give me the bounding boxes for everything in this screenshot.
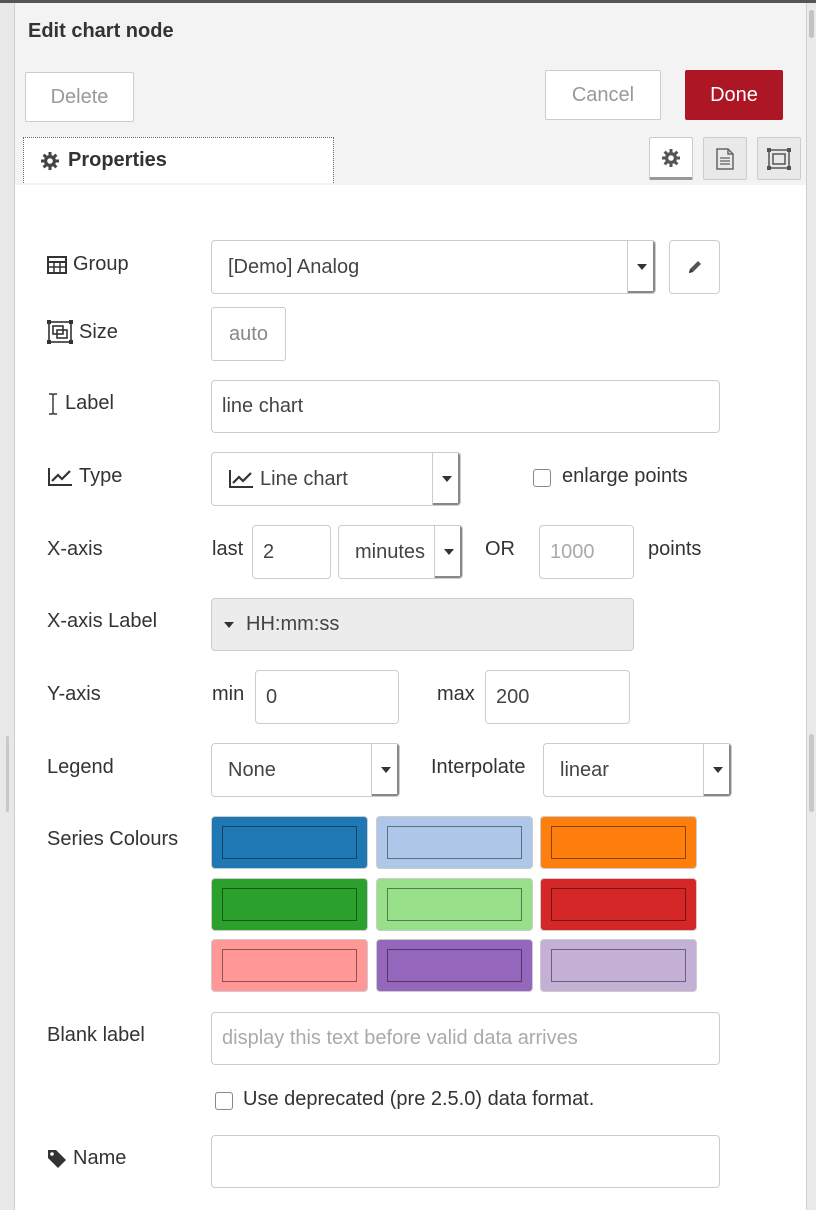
group-select[interactable]: [Demo] Analog (211, 240, 656, 294)
series-colour-swatch-2[interactable] (376, 816, 533, 869)
type-select-arrow[interactable] (432, 453, 460, 505)
legend-select[interactable]: None (211, 743, 400, 797)
caret-down-icon[interactable] (224, 621, 234, 628)
series-colour-swatch-8[interactable] (376, 939, 533, 992)
series-colour-swatch-4[interactable] (211, 878, 368, 931)
tab-appearance[interactable] (757, 137, 801, 180)
file-text-icon (716, 147, 734, 170)
scrollbar-top-thumb[interactable] (809, 10, 814, 38)
yaxis-min-label: min (212, 683, 245, 705)
series-colour-swatch-9[interactable] (540, 939, 697, 992)
series-colour-swatch-inner (551, 949, 686, 982)
window-top-border (0, 0, 816, 3)
size-row-label: Size (47, 320, 118, 344)
name-row-label: Name (47, 1147, 126, 1170)
deprecated-format-checkbox[interactable] (215, 1092, 233, 1110)
pencil-icon (688, 261, 701, 273)
series-colour-swatch-inner (222, 949, 357, 982)
interpolate-label: Interpolate (431, 756, 526, 778)
line-chart-icon (229, 470, 253, 488)
delete-button[interactable]: Delete (25, 72, 134, 122)
xaxis-label: X-axis (47, 538, 103, 560)
size-button[interactable]: auto (211, 307, 286, 361)
scrollbar-thumb[interactable] (809, 734, 814, 812)
series-colour-swatch-3[interactable] (540, 816, 697, 869)
series-colour-swatch-1[interactable] (211, 816, 368, 869)
interpolate-select-value: linear (560, 758, 609, 781)
line-chart-icon (48, 467, 72, 486)
series-colour-swatch-inner (387, 888, 522, 921)
interpolate-select-arrow[interactable] (703, 744, 731, 796)
group-select-value: [Demo] Analog (228, 255, 360, 278)
gear-icon (662, 148, 680, 167)
text-cursor-icon (49, 392, 57, 415)
tab-properties[interactable]: Properties (23, 137, 334, 183)
gear-icon (41, 151, 59, 170)
label-label: Label (65, 392, 114, 414)
series-colour-swatch-6[interactable] (540, 878, 697, 931)
series-colour-swatch-inner (222, 888, 357, 921)
scrollbar-track[interactable] (806, 3, 816, 1210)
xaxis-points-label: points (648, 538, 702, 560)
blank-label-input[interactable]: display this text before valid data arri… (211, 1012, 720, 1065)
blank-label-label: Blank label (47, 1024, 145, 1046)
type-row-label: Type (47, 465, 122, 488)
series-colour-swatch-5[interactable] (376, 878, 533, 931)
table-icon (47, 255, 67, 274)
legend-label: Legend (47, 756, 114, 778)
type-select[interactable]: Line chart (211, 452, 461, 506)
series-colours-label: Series Colours (47, 828, 179, 850)
tray-title: Edit chart node (28, 20, 174, 42)
series-colour-swatch-inner (387, 949, 522, 982)
type-label: Type (79, 465, 123, 487)
type-select-value: Line chart (260, 467, 348, 490)
xaxis-unit-select[interactable]: minutes (338, 525, 463, 579)
done-button[interactable]: Done (685, 70, 783, 120)
series-colour-swatch-7[interactable] (211, 939, 368, 992)
label-row-label: Label (47, 392, 114, 415)
deprecated-format-label: Use deprecated (pre 2.5.0) data format. (243, 1088, 595, 1110)
object-group-icon (767, 147, 791, 170)
yaxis-max-label: max (437, 683, 475, 705)
name-input[interactable] (211, 1135, 720, 1188)
size-label: Size (79, 320, 118, 343)
series-colour-swatch-inner (551, 888, 686, 921)
yaxis-label: Y-axis (47, 683, 101, 705)
yaxis-min-input[interactable]: 0 (255, 670, 399, 724)
group-label: Group (73, 253, 129, 275)
legend-select-arrow[interactable] (371, 744, 399, 796)
series-colour-swatch-inner (551, 826, 686, 859)
xaxis-unit-arrow[interactable] (434, 526, 462, 578)
xaxis-format-value: HH:mm:ss (246, 613, 340, 635)
enlarge-points-checkbox[interactable] (533, 469, 551, 487)
object-group-icon (47, 320, 73, 344)
group-select-arrow[interactable] (627, 241, 655, 293)
series-colour-swatch-inner (222, 826, 357, 859)
blank-label-placeholder: display this text before valid data arri… (222, 1027, 578, 1049)
tab-description[interactable] (703, 137, 747, 180)
interpolate-select[interactable]: linear (543, 743, 732, 797)
xaxis-duration-input[interactable]: 2 (252, 525, 331, 579)
xaxis-points-placeholder: 1000 (550, 540, 595, 563)
yaxis-max-input[interactable]: 200 (485, 670, 630, 724)
tag-icon (48, 1149, 66, 1168)
name-label: Name (73, 1147, 127, 1169)
xaxis-last-label: last (212, 538, 244, 560)
enlarge-points-label: enlarge points (562, 465, 688, 487)
xaxis-points-input[interactable]: 1000 (539, 525, 634, 579)
workspace-edge (0, 3, 15, 1210)
xaxis-or-label: OR (485, 538, 515, 560)
xaxis-format-typedinput[interactable]: HH:mm:ss (211, 598, 634, 651)
tab-properties-label: Properties (68, 149, 167, 171)
tab-node-settings[interactable] (649, 137, 693, 180)
resize-handle[interactable] (6, 736, 9, 812)
cancel-button[interactable]: Cancel (545, 70, 661, 120)
edit-group-button[interactable] (669, 240, 720, 294)
series-colour-swatch-inner (387, 826, 522, 859)
group-row-label: Group (47, 253, 129, 276)
legend-select-value: None (228, 758, 276, 781)
xaxis-unit-value: minutes (355, 540, 426, 563)
label-input[interactable]: line chart (211, 380, 720, 433)
xaxis-format-label: X-axis Label (47, 610, 158, 632)
